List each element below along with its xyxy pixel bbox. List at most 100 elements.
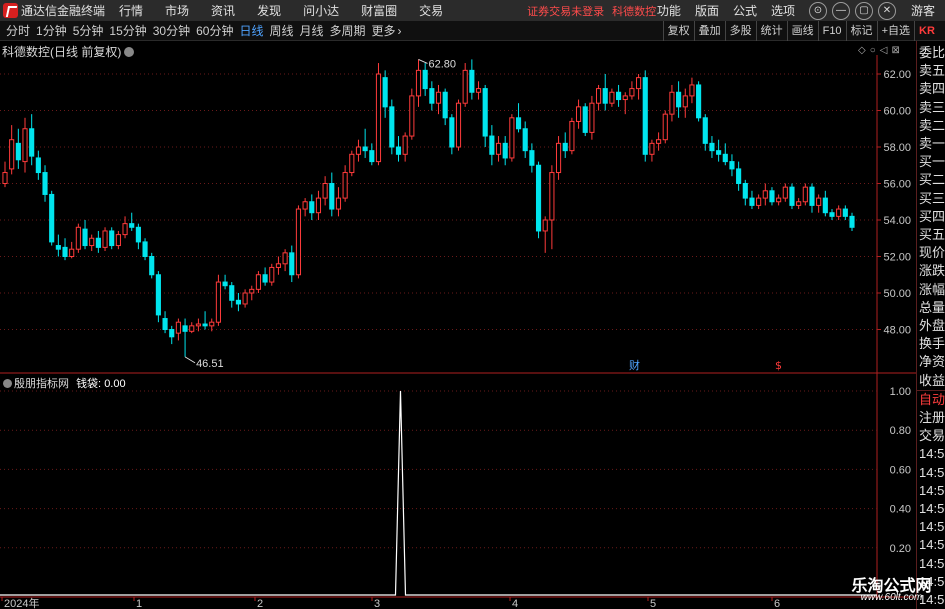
candle-up — [756, 197, 762, 206]
candle-up — [629, 88, 635, 97]
settings-icon[interactable]: ⊙ — [808, 1, 827, 20]
candle-up — [249, 288, 255, 294]
side-panel-label: 净资 — [919, 354, 945, 370]
adjust-button[interactable]: 复权 — [662, 21, 694, 41]
tab-30min[interactable]: 30分钟 — [153, 22, 190, 39]
period-toolbar: 分时 1分钟 5分钟 15分钟 30分钟 60分钟 日线 周线 月线 多周期 更… — [0, 21, 945, 41]
menu-item-market[interactable]: 市场 — [165, 2, 189, 19]
side-panel-label: 买四 — [919, 208, 945, 224]
collapse-icon[interactable]: ⊠ — [891, 45, 899, 56]
candle-down — [789, 186, 795, 206]
eye-icon[interactable] — [124, 47, 135, 57]
candle-up — [315, 197, 322, 214]
candle-down — [489, 135, 495, 155]
menu-item-discover[interactable]: 发现 — [257, 2, 281, 19]
maximize-icon[interactable]: ▢ — [854, 1, 873, 20]
main-chart-title-text: 科德数控(日线 前复权) — [2, 45, 122, 59]
tab-daily[interactable]: 日线 — [239, 22, 263, 39]
candle-down — [562, 142, 568, 152]
tab-intraday[interactable]: 分时 — [6, 22, 30, 39]
tab-monthly[interactable]: 月线 — [300, 22, 324, 39]
tab-1min[interactable]: 1分钟 — [36, 22, 67, 39]
menu-item-layout[interactable]: 版面 — [695, 2, 719, 19]
menu-item-quotes[interactable]: 行情 — [119, 2, 143, 19]
candle-up — [302, 201, 308, 210]
candle-up — [195, 323, 201, 327]
overlay-button[interactable]: 叠加 — [693, 21, 725, 41]
menu-item-trade[interactable]: 交易 — [419, 2, 443, 19]
indicator-line — [0, 390, 877, 596]
side-panel-label: 14:55 — [919, 464, 945, 480]
menu-item-options[interactable]: 选项 — [771, 2, 795, 19]
site-watermark: 乐淘公式网 www.60lt.com — [838, 572, 945, 609]
candle-up — [569, 120, 575, 152]
tab-15min[interactable]: 15分钟 — [109, 22, 146, 39]
tab-multi-period[interactable]: 多周期 — [330, 22, 366, 39]
time-axis-label: 6 — [774, 598, 780, 609]
candle-down — [142, 241, 148, 257]
finance-marker: 财 — [629, 358, 640, 372]
candle-up — [255, 274, 262, 290]
candle-up — [622, 95, 628, 101]
candle-up — [435, 91, 442, 104]
diamond-icon[interactable]: ◇ — [858, 45, 866, 56]
candle-down — [696, 84, 702, 119]
high-price-label: 62.80 — [428, 58, 456, 70]
side-panel-label: 买二 — [919, 172, 945, 188]
candle-up — [75, 226, 81, 250]
candle-down — [369, 150, 375, 163]
candle-down — [229, 285, 235, 301]
candle-down — [82, 228, 88, 247]
candle-down — [716, 150, 722, 155]
stock-name-link[interactable]: 科德数控 — [612, 3, 656, 19]
candle-up — [2, 172, 8, 185]
mark-button[interactable]: 标记 — [845, 21, 877, 41]
time-axis-label: 4 — [512, 598, 518, 609]
candle-down — [842, 208, 848, 217]
tab-60min[interactable]: 60分钟 — [196, 22, 233, 39]
draw-line-button[interactable]: 画线 — [786, 21, 818, 41]
candle-down — [395, 146, 402, 155]
kr-tag[interactable]: KR — [916, 22, 945, 40]
menu-item-news[interactable]: 资讯 — [211, 2, 235, 19]
share-icon[interactable]: ◁ — [880, 45, 888, 56]
statistics-button[interactable]: 统计 — [755, 21, 787, 41]
side-panel-label[interactable]: 注册 — [917, 409, 945, 427]
candle-down — [135, 226, 141, 243]
tab-more[interactable]: 更多 — [372, 22, 396, 39]
candle-up — [69, 248, 75, 257]
candle-up — [816, 197, 822, 206]
candle-down — [29, 128, 35, 157]
high-pointer — [418, 58, 428, 64]
time-axis-label: 2024年 — [4, 596, 39, 609]
f10-button[interactable]: F10 — [817, 21, 846, 41]
candle-down — [502, 142, 508, 159]
side-panel-label[interactable]: 自动 — [917, 389, 945, 409]
guest-user[interactable]: 游客 — [911, 2, 935, 19]
candle-down — [35, 157, 41, 174]
tab-weekly[interactable]: 周线 — [269, 22, 293, 39]
login-status-link[interactable]: 证券交易未登录 — [527, 3, 604, 19]
time-axis-label: 2 — [257, 598, 263, 609]
minimize-icon[interactable]: — — [831, 1, 850, 20]
candle-up — [115, 234, 121, 247]
kline-chart[interactable]: 62.0060.0058.0056.0054.0052.0050.0048.00… — [0, 41, 916, 609]
side-panel-label: 买三 — [919, 190, 945, 206]
indicator-toggle-icon[interactable] — [3, 379, 12, 388]
candle-up — [175, 321, 181, 334]
tab-5min[interactable]: 5分钟 — [73, 22, 104, 39]
circle-icon[interactable]: ○ — [870, 45, 876, 56]
add-watchlist-button[interactable]: +自选 — [876, 21, 914, 41]
candle-up — [22, 128, 28, 163]
menu-item-functions[interactable]: 功能 — [657, 2, 681, 19]
chevron-right-icon[interactable]: › — [398, 24, 402, 38]
close-icon[interactable]: ✕ — [877, 1, 896, 20]
candle-up — [342, 172, 348, 199]
multi-stock-button[interactable]: 多股 — [724, 21, 756, 41]
side-panel-label[interactable]: 交易 — [917, 427, 945, 445]
low-price-label: 46.51 — [196, 358, 224, 370]
candle-up — [275, 263, 282, 268]
menu-item-ask[interactable]: 问小达 — [303, 2, 339, 19]
menu-item-formula[interactable]: 公式 — [733, 2, 757, 19]
menu-item-wealth-circle[interactable]: 财富圈 — [361, 2, 397, 19]
